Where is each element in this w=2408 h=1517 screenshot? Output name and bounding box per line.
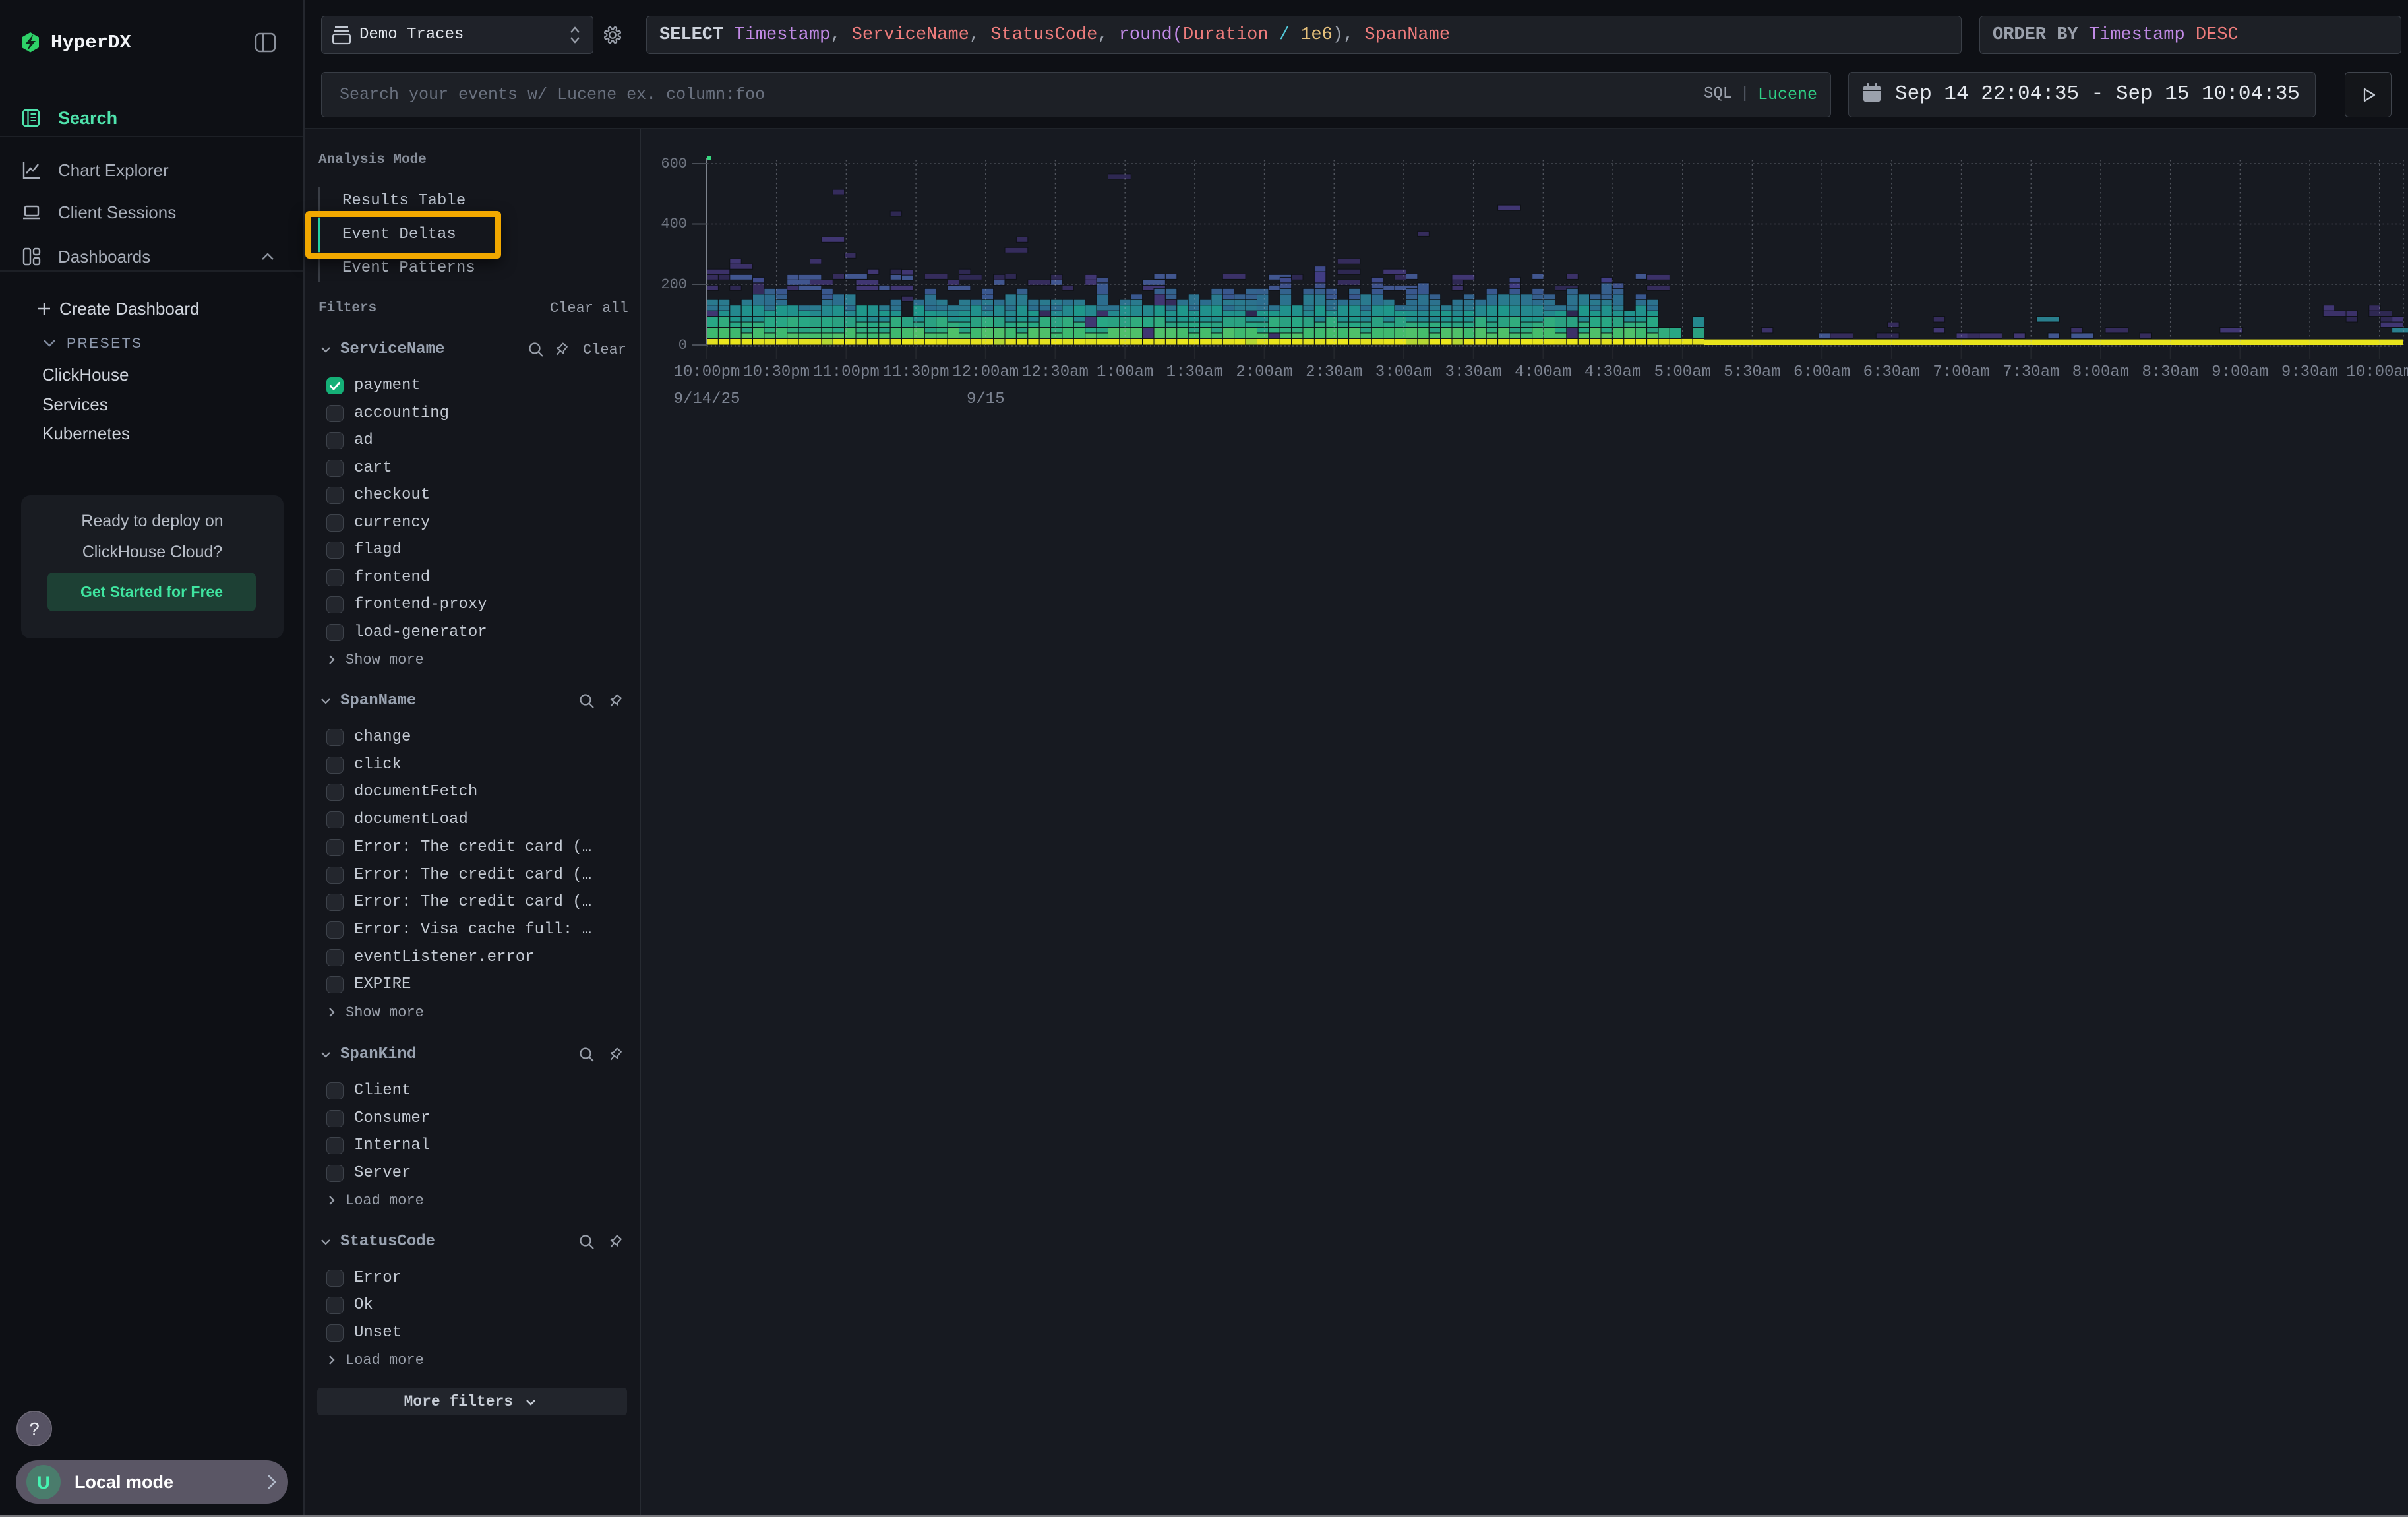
svg-text:U: U [37,1473,50,1493]
svg-text:?: ? [29,1419,40,1439]
